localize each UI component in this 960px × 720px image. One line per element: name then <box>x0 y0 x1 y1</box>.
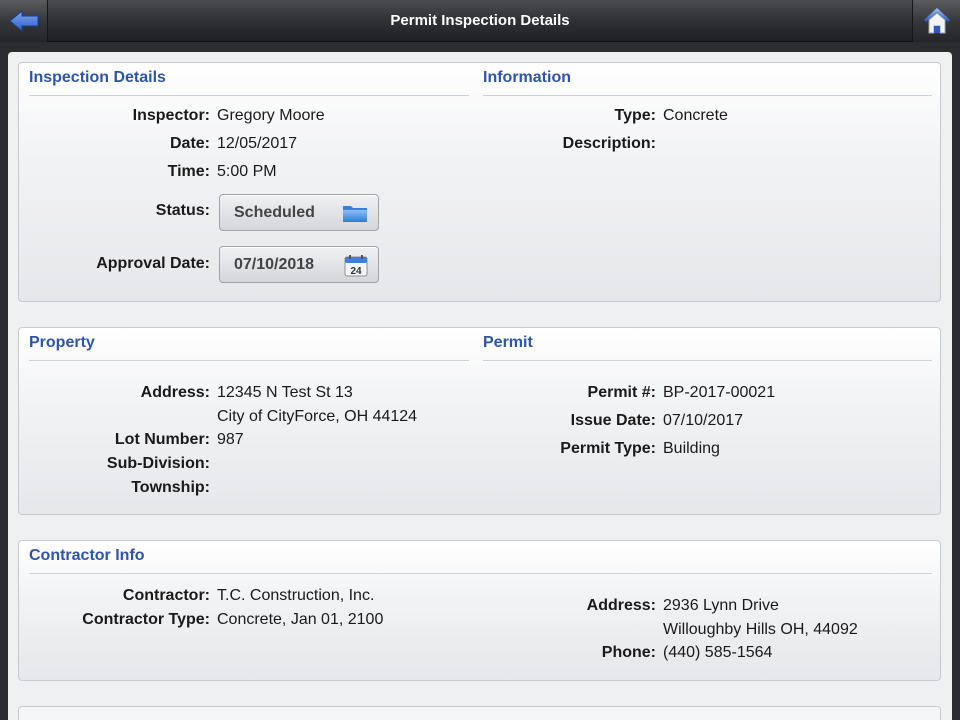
divider <box>483 95 932 96</box>
calendar-day: 24 <box>350 266 362 277</box>
phone-label: Phone: <box>601 644 656 661</box>
contractor-address-label: Address: <box>586 597 656 614</box>
approval-date-button[interactable]: 07/10/2018 24 <box>219 246 379 283</box>
time-label: Time: <box>167 163 210 180</box>
page-title: Permit Inspection Details <box>390 12 570 29</box>
home-button[interactable] <box>912 0 960 42</box>
inspection-heading: Inspection Details <box>29 69 166 86</box>
issue-date-value: 07/10/2017 <box>663 412 744 429</box>
issue-date-label: Issue Date: <box>570 412 656 429</box>
permit-number-label: Permit #: <box>587 384 656 401</box>
phone-value[interactable]: (440) 585-1564 <box>663 644 772 662</box>
folder-icon <box>343 206 367 222</box>
content-area[interactable]: Inspection Details Information Inspector… <box>8 52 952 720</box>
contractor-address-line1: 2936 Lynn Drive <box>663 597 779 614</box>
type-label: Type: <box>614 107 656 124</box>
divider <box>29 573 932 574</box>
divider <box>483 360 932 361</box>
permit-type-label: Permit Type: <box>560 440 656 457</box>
type-value: Concrete <box>663 107 728 124</box>
next-card-partial <box>18 706 941 720</box>
status-button[interactable]: Scheduled <box>219 194 379 231</box>
property-card: Property Permit Address: 12345 N Test St… <box>18 327 941 515</box>
property-heading: Property <box>29 334 95 351</box>
time-value: 5:00 PM <box>217 163 277 180</box>
divider <box>29 360 469 361</box>
description-label: Description: <box>562 135 656 152</box>
contractor-card: Contractor Info Contractor: T.C. Constru… <box>18 540 941 681</box>
permit-heading: Permit <box>483 334 533 351</box>
status-value: Scheduled <box>234 203 315 221</box>
approval-date-value: 07/10/2018 <box>234 255 315 273</box>
status-label: Status: <box>155 202 210 219</box>
permit-number-value: BP-2017-00021 <box>663 384 776 401</box>
contractor-heading: Contractor Info <box>29 547 145 564</box>
information-heading: Information <box>483 69 571 86</box>
divider <box>29 95 469 96</box>
inspection-card: Inspection Details Information Inspector… <box>18 62 941 302</box>
home-icon <box>923 8 950 34</box>
contractor-address-line2: Willoughby Hills OH, 44092 <box>663 621 858 638</box>
permit-type-value: Building <box>663 440 720 457</box>
approval-date-label: Approval Date: <box>96 255 210 272</box>
township-label: Township: <box>131 479 210 496</box>
calendar-icon: 24 <box>344 255 368 277</box>
navigation-bar: Permit Inspection Details <box>0 0 960 42</box>
